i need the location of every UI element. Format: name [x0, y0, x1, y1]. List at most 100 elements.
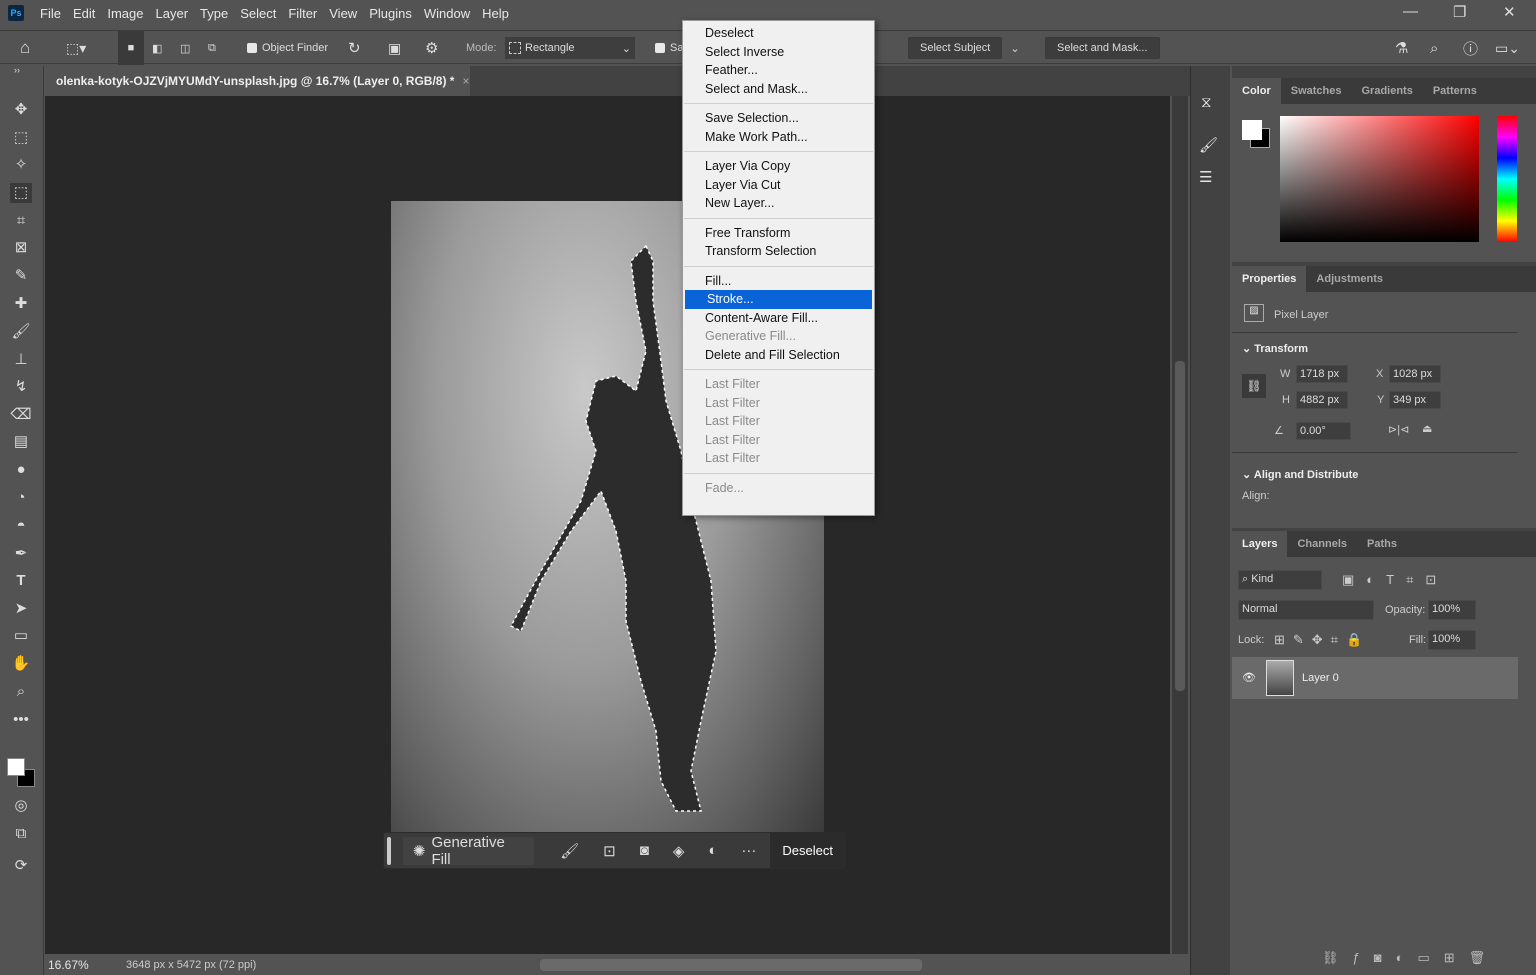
- brush-settings-icon[interactable]: 🖌: [1199, 136, 1218, 154]
- adjustment-icon[interactable]: ◐: [708, 842, 717, 859]
- brush-tool-icon[interactable]: 🖌: [10, 322, 32, 342]
- generative-fill-button[interactable]: ✺ Generative Fill: [402, 834, 535, 868]
- select-subject-button[interactable]: Select Subject: [908, 37, 1003, 59]
- menu-image[interactable]: Image: [101, 6, 149, 21]
- layer-filter-select[interactable]: ⌕ Kind: [1238, 570, 1322, 590]
- screen-mode-icon[interactable]: ⧉: [10, 824, 32, 844]
- object-selection-tool-icon[interactable]: ⬚: [10, 183, 32, 203]
- menu-item-stroke[interactable]: Stroke...: [685, 290, 872, 309]
- document-tab[interactable]: olenka-kotyk-OJZVjMYUMdY-unsplash.jpg @ …: [44, 66, 470, 96]
- menu-item-layer-via-cut[interactable]: Layer Via Cut: [683, 176, 874, 195]
- collapse-icon[interactable]: ››: [6, 60, 28, 80]
- visibility-eye-icon[interactable]: 👁: [1242, 671, 1256, 684]
- more-options-icon[interactable]: ···: [741, 842, 756, 859]
- workspace-icon[interactable]: ▭⌄: [1495, 31, 1520, 65]
- menu-item-fill[interactable]: Fill...: [683, 272, 874, 291]
- y-field[interactable]: 349 px: [1389, 391, 1441, 409]
- fg-color-swatch[interactable]: [1242, 120, 1262, 140]
- menu-item-select-inverse[interactable]: Select Inverse: [683, 43, 874, 62]
- menu-item-free-transform[interactable]: Free Transform: [683, 224, 874, 243]
- hand-tool-icon[interactable]: ✋: [10, 654, 32, 674]
- object-finder-checkbox[interactable]: Object Finder: [247, 31, 328, 65]
- width-field[interactable]: 1718 px: [1296, 365, 1348, 383]
- menu-item-delete-and-fill-selection[interactable]: Delete and Fill Selection: [683, 346, 874, 365]
- gradient-tool-icon[interactable]: ▤: [10, 432, 32, 452]
- tab-properties[interactable]: Properties: [1232, 266, 1307, 292]
- move-tool-icon[interactable]: ✥: [10, 100, 32, 120]
- menu-type[interactable]: Type: [194, 6, 234, 21]
- lasso-tool-icon[interactable]: ✧: [10, 155, 32, 175]
- menu-filter[interactable]: Filter: [282, 6, 323, 21]
- menu-item-new-layer[interactable]: New Layer...: [683, 194, 874, 213]
- angle-field[interactable]: 0.00°: [1296, 422, 1351, 440]
- tab-patterns[interactable]: Patterns: [1423, 78, 1487, 104]
- zoom-level[interactable]: 16.67%: [48, 958, 118, 972]
- deselect-button[interactable]: Deselect: [770, 833, 845, 868]
- layer-filter-icons[interactable]: ▣◐T⌗⊡: [1342, 572, 1448, 588]
- menu-help[interactable]: Help: [476, 6, 515, 21]
- height-field[interactable]: 4882 px: [1296, 391, 1348, 409]
- menu-item-feather[interactable]: Feather...: [683, 61, 874, 80]
- tab-layers[interactable]: Layers: [1232, 531, 1288, 557]
- fill-bucket-icon[interactable]: ◈: [673, 842, 685, 860]
- transform-selection-icon[interactable]: ⊡: [603, 842, 616, 860]
- drag-handle[interactable]: [387, 836, 391, 865]
- menu-edit[interactable]: Edit: [67, 6, 101, 21]
- close-tab-icon[interactable]: ×: [462, 74, 469, 88]
- menu-file[interactable]: File: [34, 6, 67, 21]
- object-selection-tool-icon[interactable]: ⬚▾: [66, 31, 86, 65]
- zoom-tool-icon[interactable]: ⌕: [10, 682, 32, 702]
- menu-item-layer-via-copy[interactable]: Layer Via Copy: [683, 157, 874, 176]
- menu-item-save-selection[interactable]: Save Selection...: [683, 109, 874, 128]
- history-icon[interactable]: ⧖: [1201, 94, 1212, 111]
- opacity-field[interactable]: 100%: [1428, 600, 1476, 620]
- menu-layer[interactable]: Layer: [150, 6, 195, 21]
- search-icon[interactable]: ⌕: [1430, 31, 1438, 65]
- close-window-icon[interactable]: ✕: [1503, 3, 1516, 21]
- color-field[interactable]: [1280, 116, 1479, 242]
- horizontal-scrollbar[interactable]: [540, 959, 922, 971]
- flip-vertical-icon[interactable]: ⏏: [1422, 422, 1432, 435]
- stamp-tool-icon[interactable]: ⊥: [10, 350, 32, 370]
- crop-tool-icon[interactable]: ⌗: [10, 211, 32, 231]
- menu-plugins[interactable]: Plugins: [363, 6, 418, 21]
- settings-gear-icon[interactable]: ⚙: [425, 31, 438, 65]
- add-selection-icon[interactable]: ◧: [152, 31, 162, 65]
- sample-all-layers-checkbox[interactable]: Sa: [655, 31, 683, 65]
- tab-gradients[interactable]: Gradients: [1351, 78, 1422, 104]
- blend-mode-select[interactable]: Normal: [1238, 600, 1374, 620]
- menu-item-deselect[interactable]: Deselect: [683, 24, 874, 43]
- intersect-selection-icon[interactable]: ⧉: [208, 31, 216, 65]
- eraser-tool-icon[interactable]: ⌫: [10, 405, 32, 425]
- menu-item-make-work-path[interactable]: Make Work Path...: [683, 128, 874, 147]
- tab-paths[interactable]: Paths: [1357, 531, 1407, 557]
- quick-mask-icon[interactable]: ◎: [10, 796, 32, 816]
- path-selection-icon[interactable]: ➤: [10, 599, 32, 619]
- adjustments-sliders-icon[interactable]: ☰: [1199, 168, 1212, 186]
- dodge-tool-icon[interactable]: ◔: [10, 488, 32, 508]
- lock-icons[interactable]: ⊞✎✥⌗🔒: [1274, 632, 1370, 648]
- flip-horizontal-icon[interactable]: ⊳|⊲: [1388, 423, 1409, 436]
- tab-channels[interactable]: Channels: [1287, 531, 1357, 557]
- menu-item-content-aware-fill[interactable]: Content-Aware Fill...: [683, 309, 874, 328]
- select-subject-dropdown-icon[interactable]: ⌄: [1010, 42, 1019, 55]
- eyedropper-tool-icon[interactable]: ✎: [10, 266, 32, 286]
- smudge-tool-icon[interactable]: ◓: [10, 516, 32, 536]
- align-distribute-header[interactable]: ⌄ Align and Distribute: [1242, 468, 1358, 481]
- type-tool-icon[interactable]: T: [10, 571, 32, 591]
- menu-item-transform-selection[interactable]: Transform Selection: [683, 242, 874, 261]
- hue-slider[interactable]: [1497, 116, 1517, 242]
- help-icon[interactable]: ⓘ: [1463, 31, 1478, 65]
- subtract-selection-icon[interactable]: ◫: [180, 31, 190, 65]
- show-objects-icon[interactable]: ▣: [388, 31, 401, 65]
- rectangle-tool-icon[interactable]: ▭: [10, 626, 32, 646]
- menu-window[interactable]: Window: [418, 6, 476, 21]
- frame-tool-icon[interactable]: ⊠: [10, 238, 32, 258]
- brush-icon[interactable]: 🖌: [560, 842, 579, 860]
- x-field[interactable]: 1028 px: [1389, 365, 1441, 383]
- minimize-icon[interactable]: —: [1403, 3, 1418, 20]
- history-brush-icon[interactable]: ↯: [10, 377, 32, 397]
- pen-tool-icon[interactable]: ✒: [10, 544, 32, 564]
- healing-brush-icon[interactable]: ✚: [10, 294, 32, 314]
- fill-field[interactable]: 100%: [1428, 630, 1476, 650]
